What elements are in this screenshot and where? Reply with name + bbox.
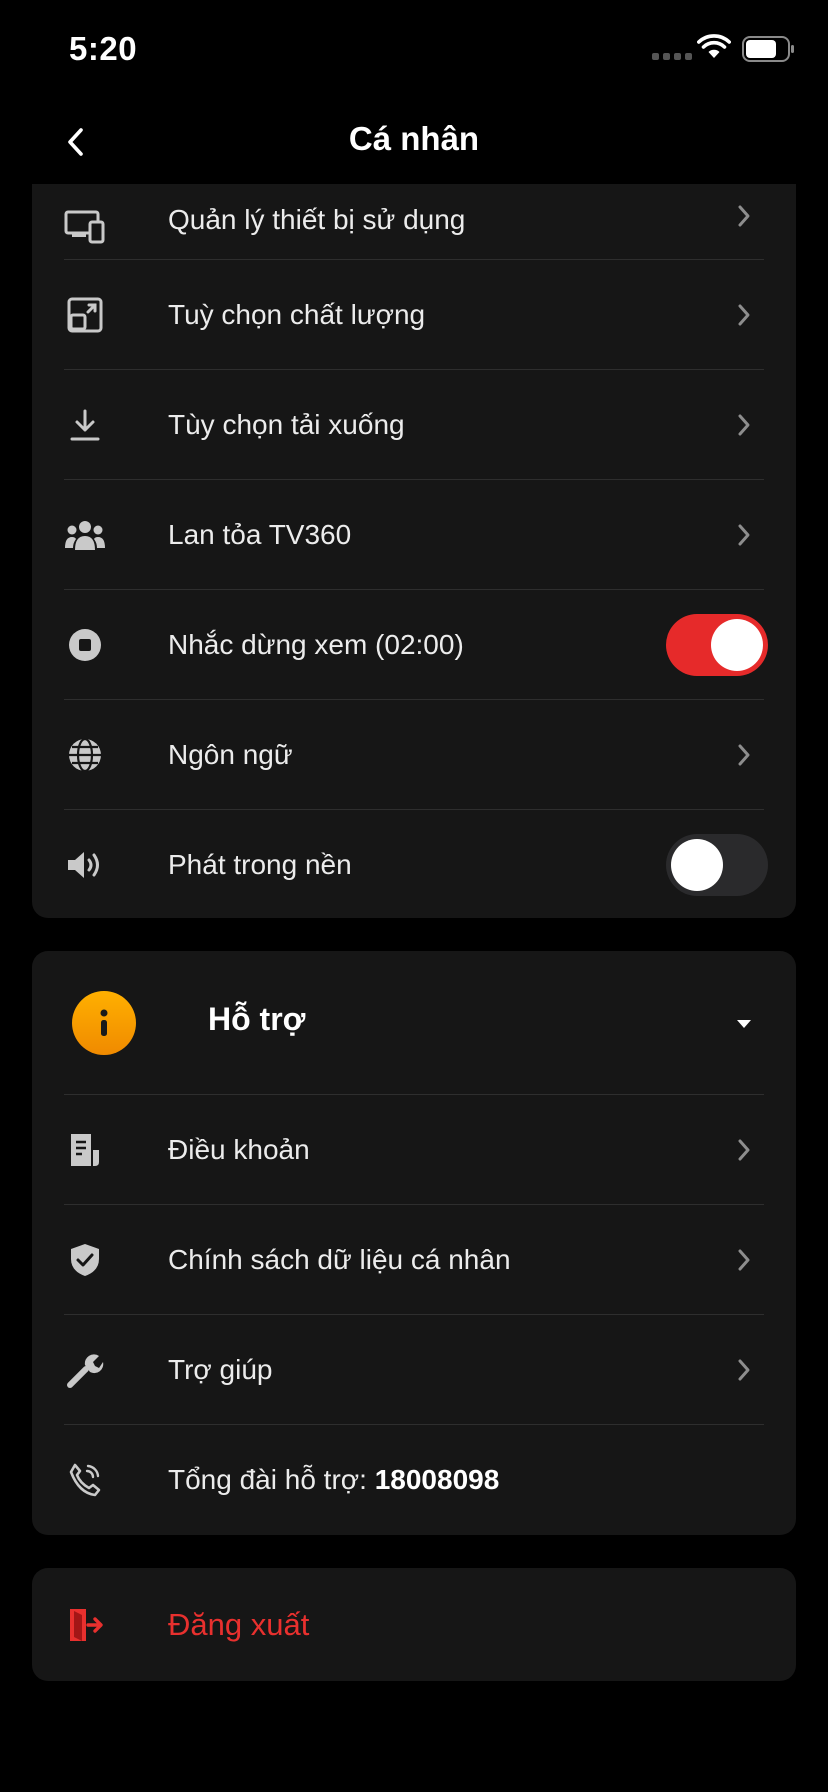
- wifi-icon: [697, 34, 731, 65]
- settings-item-label: Ngôn ngữ: [168, 738, 293, 770]
- settings-item-share[interactable]: Lan tỏa TV360: [64, 480, 764, 590]
- quality-icon: [64, 294, 106, 336]
- settings-item-quality[interactable]: Tuỳ chọn chất lượng: [64, 260, 764, 370]
- settings-item-language[interactable]: Ngôn ngữ: [64, 700, 764, 810]
- settings-item-devices[interactable]: Quản lý thiết bị sử dụng: [64, 184, 764, 260]
- chevron-right-icon: [732, 1138, 756, 1162]
- screen: 5:20 Cá nhân Quản lý thiết bị sử dụng Tu…: [0, 0, 828, 1792]
- chevron-right-icon: [732, 1358, 756, 1382]
- settings-item-background-play: Phát trong nền: [64, 810, 768, 918]
- support-item-help[interactable]: Trợ giúp: [64, 1315, 764, 1425]
- settings-item-label: Lan tỏa TV360: [168, 518, 352, 550]
- settings-item-label: Quản lý thiết bị sử dụng: [168, 204, 466, 235]
- cellular-signal-icon: [652, 53, 692, 60]
- info-icon: [72, 991, 136, 1055]
- page-title: Cá nhân: [348, 120, 480, 157]
- chevron-right-icon: [732, 204, 756, 228]
- battery-icon: [742, 36, 796, 67]
- support-item-privacy[interactable]: Chính sách dữ liệu cá nhân: [64, 1205, 764, 1315]
- settings-item-label: Nhắc dừng xem (02:00): [168, 628, 464, 660]
- caret-down-icon: [734, 1013, 754, 1033]
- stop-icon: [64, 624, 106, 666]
- settings-item-label: Tùy chọn tải xuống: [168, 408, 405, 440]
- logout-button[interactable]: Đăng xuất: [64, 1568, 764, 1681]
- chevron-right-icon: [732, 523, 756, 547]
- globe-icon: [64, 734, 106, 776]
- support-section-header[interactable]: Hỗ trợ: [64, 951, 764, 1095]
- hotline-label: Tổng đài hỗ trợ:: [168, 1464, 375, 1495]
- settings-item-download[interactable]: Tùy chọn tải xuống: [64, 370, 764, 480]
- settings-card: Quản lý thiết bị sử dụng Tuỳ chọn chất l…: [32, 184, 796, 918]
- chevron-right-icon: [732, 413, 756, 437]
- stop-reminder-toggle[interactable]: [666, 613, 768, 676]
- chevron-right-icon: [732, 1248, 756, 1272]
- support-title: Hỗ trợ: [208, 1001, 306, 1037]
- speaker-icon: [64, 844, 106, 886]
- shield-icon: [64, 1239, 106, 1281]
- support-hotline[interactable]: Tổng đài hỗ trợ: 18008098: [64, 1425, 764, 1535]
- document-icon: [64, 1129, 106, 1171]
- background-play-toggle[interactable]: [666, 834, 768, 896]
- logout-card: Đăng xuất: [32, 1568, 796, 1681]
- settings-item-label: Phát trong nền: [168, 849, 352, 880]
- hotline-number: 18008098: [374, 1464, 500, 1495]
- hotline-text: Tổng đài hỗ trợ: 18008098: [168, 1464, 499, 1496]
- support-item-label: Điều khoản: [168, 1133, 310, 1165]
- chevron-right-icon: [732, 303, 756, 327]
- settings-item-label: Tuỳ chọn chất lượng: [168, 298, 426, 330]
- status-bar: 5:20: [0, 0, 828, 100]
- chevron-right-icon: [732, 743, 756, 767]
- logout-label: Đăng xuất: [168, 1606, 310, 1642]
- nav-header: Cá nhân: [0, 100, 828, 184]
- toggle-knob: [711, 618, 763, 671]
- status-time: 5:20: [69, 30, 138, 67]
- settings-item-stop-reminder: Nhắc dừng xem (02:00): [64, 590, 768, 700]
- toggle-knob: [671, 839, 723, 891]
- support-card: Hỗ trợ Điều khoản Chính sách dữ liệu cá …: [32, 951, 796, 1535]
- people-icon: [64, 514, 106, 556]
- wrench-icon: [64, 1349, 106, 1391]
- download-icon: [64, 404, 106, 446]
- support-item-label: Trợ giúp: [168, 1353, 273, 1385]
- support-item-terms[interactable]: Điều khoản: [64, 1095, 764, 1205]
- devices-icon: [64, 206, 106, 248]
- phone-icon: [64, 1459, 106, 1501]
- support-item-label: Chính sách dữ liệu cá nhân: [168, 1243, 511, 1275]
- logout-icon: [64, 1604, 106, 1646]
